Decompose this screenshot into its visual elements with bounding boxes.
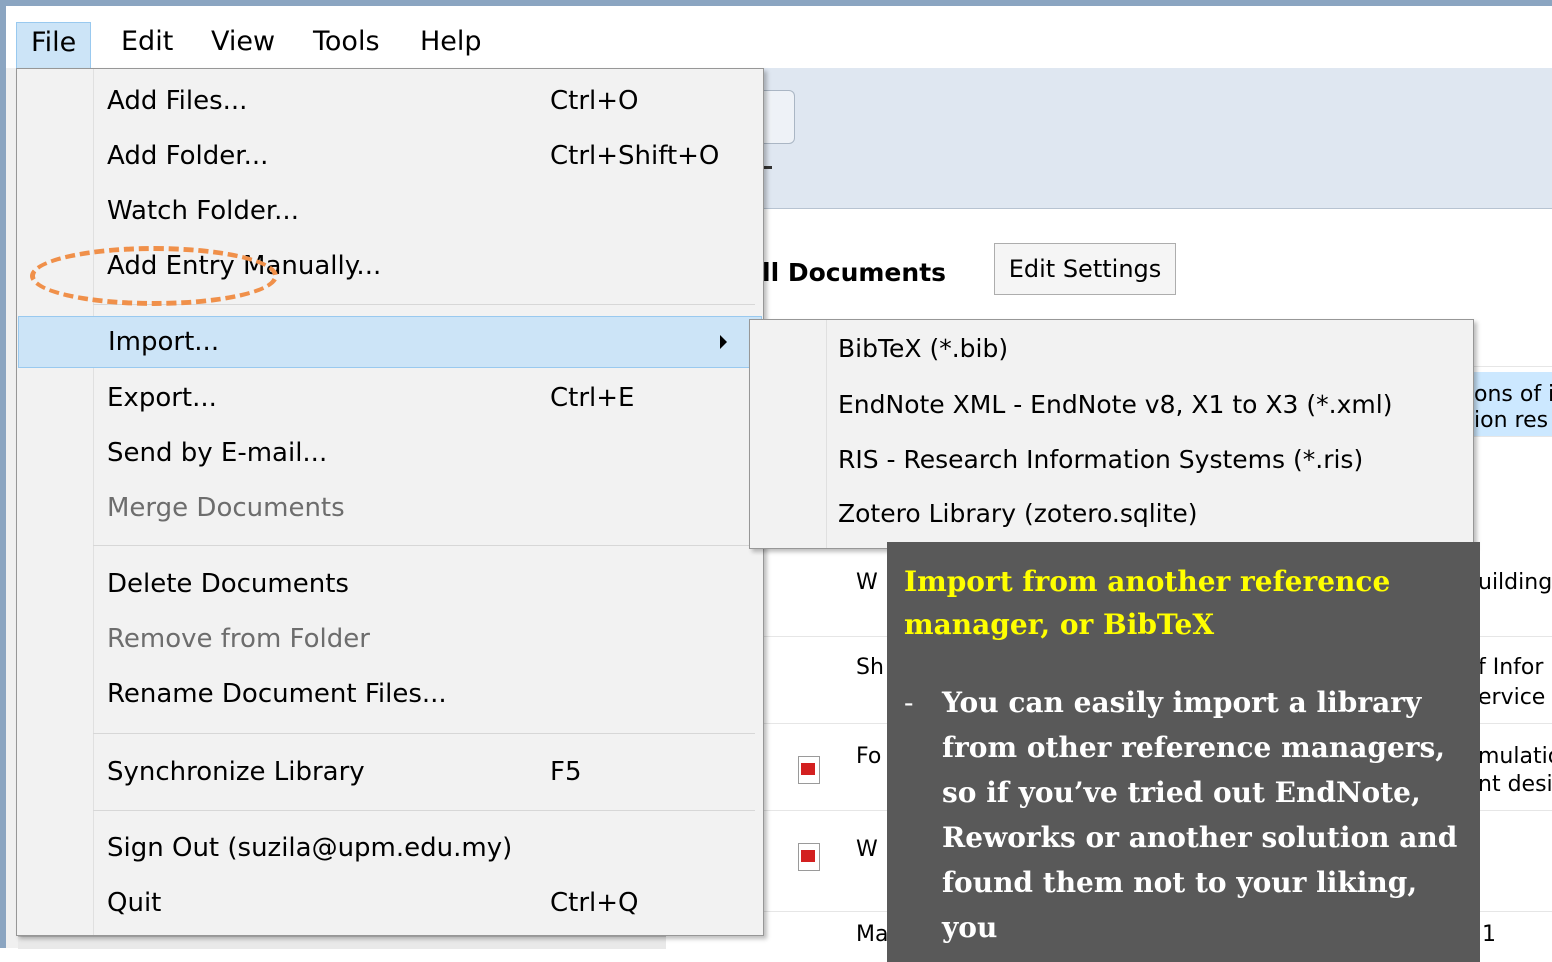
row-year-fragment: 1 — [1482, 922, 1496, 947]
menu-item-label: Sign Out (suzila@upm.edu.my) — [107, 833, 513, 863]
callout-text: You can easily import a library from oth… — [942, 686, 1458, 944]
pdf-icon — [798, 756, 820, 784]
callout-bullet: - — [904, 686, 914, 719]
row-title-fragment: ervice — [1478, 685, 1546, 710]
highlight-annotation-oval — [30, 246, 278, 306]
menu-item-rename-files[interactable]: Rename Document Files... — [18, 668, 762, 720]
import-submenu: BibTeX (*.bib) EndNote XML - EndNote v8,… — [749, 319, 1474, 549]
menu-item-add-folder[interactable]: Add Folder... Ctrl+Shift+O — [18, 130, 762, 182]
edit-settings-button[interactable]: Edit Settings — [994, 243, 1176, 295]
row-author-fragment: Sh — [856, 655, 884, 680]
menu-item-quit[interactable]: Quit Ctrl+Q — [18, 877, 762, 929]
menu-item-synchronize[interactable]: Synchronize Library F5 — [18, 746, 762, 798]
toolbar-area — [760, 68, 1552, 209]
file-menu: Add Files... Ctrl+O Add Folder... Ctrl+S… — [16, 68, 764, 936]
row-title-fragment: nt desi — [1478, 772, 1552, 797]
menu-item-merge-documents: Merge Documents — [18, 482, 762, 534]
menu-bar: File Edit View Tools Help — [6, 6, 1552, 68]
menu-item-label: Export... — [107, 383, 217, 413]
document-list-title: ll Documents — [762, 258, 947, 287]
tutorial-callout: Import from another reference manager, o… — [887, 542, 1480, 962]
row-author-fragment: Ma — [856, 922, 889, 947]
submenu-item-ris[interactable]: RIS - Research Information Systems (*.ri… — [838, 445, 1363, 474]
menu-item-label: Send by E-mail... — [107, 438, 328, 468]
menu-item-label: Synchronize Library — [107, 757, 365, 787]
menu-item-shortcut: Ctrl+O — [550, 86, 639, 116]
menu-item-label: Merge Documents — [107, 493, 345, 523]
row-author-fragment: W — [856, 837, 878, 862]
menu-file[interactable]: File — [16, 22, 92, 68]
menu-item-shortcut: Ctrl+Q — [550, 888, 639, 918]
menu-item-shortcut: Ctrl+Shift+O — [550, 141, 720, 171]
menu-item-export[interactable]: Export... Ctrl+E — [18, 372, 762, 424]
menu-item-label: Remove from Folder — [107, 624, 370, 654]
menu-item-label: Rename Document Files... — [107, 679, 447, 709]
submenu-item-zotero[interactable]: Zotero Library (zotero.sqlite) — [838, 499, 1198, 528]
menu-item-label: Import... — [108, 327, 220, 357]
row-title-fragment: ion res — [1474, 408, 1549, 433]
callout-title: Import from another reference manager, o… — [904, 565, 1391, 641]
menu-item-import[interactable]: Import... — [18, 316, 762, 368]
pdf-icon — [798, 843, 820, 871]
submenu-arrow-icon — [720, 335, 727, 349]
menu-separator — [93, 545, 755, 546]
menu-separator — [93, 810, 755, 811]
menu-item-delete-documents[interactable]: Delete Documents — [18, 558, 762, 610]
menu-item-label: Add Folder... — [107, 141, 269, 171]
menu-item-send-email[interactable]: Send by E-mail... — [18, 427, 762, 479]
submenu-item-bibtex[interactable]: BibTeX (*.bib) — [838, 334, 1008, 363]
row-author-fragment: Fo — [856, 744, 882, 769]
menu-edit[interactable]: Edit — [107, 22, 187, 68]
menu-item-sign-out[interactable]: Sign Out (suzila@upm.edu.my) — [18, 822, 762, 874]
callout-body: - You can easily import a library from o… — [904, 680, 1460, 950]
menu-item-shortcut: F5 — [550, 757, 582, 787]
submenu-item-endnote-xml[interactable]: EndNote XML - EndNote v8, X1 to X3 (*.xm… — [838, 390, 1392, 419]
row-title-fragment: f Infor — [1478, 655, 1544, 680]
menu-view[interactable]: View — [197, 22, 289, 68]
menu-gutter — [826, 320, 827, 548]
menu-item-shortcut: Ctrl+E — [550, 383, 635, 413]
status-strip — [18, 936, 666, 949]
menu-item-label: Add Files... — [107, 86, 248, 116]
menu-separator — [93, 733, 755, 734]
menu-item-add-files[interactable]: Add Files... Ctrl+O — [18, 75, 762, 127]
row-author-fragment: W — [856, 570, 878, 595]
menu-item-remove-from-folder: Remove from Folder — [18, 613, 762, 665]
row-title-fragment: mulatio — [1478, 744, 1552, 769]
menu-tools[interactable]: Tools — [299, 22, 394, 68]
menu-help[interactable]: Help — [406, 22, 496, 68]
row-title-fragment: uilding — [1478, 570, 1552, 595]
menu-item-label: Quit — [107, 888, 162, 918]
menu-item-label: Watch Folder... — [107, 196, 299, 226]
toolbar-button[interactable] — [760, 90, 795, 144]
menu-item-label: Delete Documents — [107, 569, 349, 599]
menu-item-watch-folder[interactable]: Watch Folder... — [18, 185, 762, 237]
row-title-fragment: ons of i — [1474, 382, 1552, 407]
